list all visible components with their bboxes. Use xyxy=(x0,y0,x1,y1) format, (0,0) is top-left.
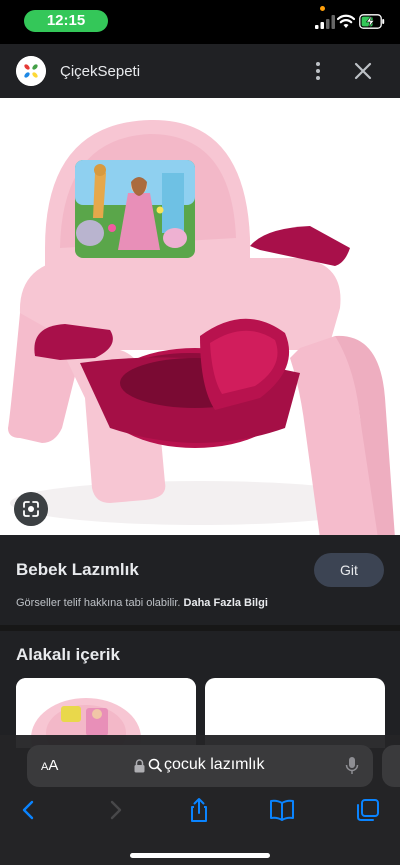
privacy-indicator-dot xyxy=(320,6,325,11)
lock-icon xyxy=(134,759,145,773)
section-divider xyxy=(0,625,400,631)
related-content-heading: Alakalı içerik xyxy=(16,645,120,664)
google-lens-icon[interactable] xyxy=(14,492,48,526)
home-indicator[interactable] xyxy=(130,853,270,858)
tabs-icon[interactable] xyxy=(355,797,381,823)
more-vert-icon[interactable] xyxy=(308,58,328,84)
copyright-text: Görseller telif hakkına tabi olabilir. xyxy=(16,597,181,609)
battery-charging-icon xyxy=(359,14,385,29)
next-tab-address-bar[interactable] xyxy=(382,745,400,787)
microphone-icon[interactable] xyxy=(345,756,359,776)
text-size-button[interactable]: AA xyxy=(41,757,58,774)
site-name[interactable]: ÇiçekSepeti xyxy=(60,63,140,80)
browser-toolbar: AA çocuk lazımlık xyxy=(0,735,400,865)
visit-button[interactable]: Git xyxy=(314,553,384,587)
copyright-notice: Görseller telif hakkına tabi olabilir. D… xyxy=(16,597,268,609)
back-icon[interactable] xyxy=(16,797,42,823)
potty-chair-illustration xyxy=(0,98,400,535)
search-query: çocuk lazımlık xyxy=(164,756,265,773)
status-bar: 12:15 xyxy=(0,0,400,44)
product-title: Bebek Lazımlık xyxy=(16,560,139,579)
status-time: 12:15 xyxy=(24,10,108,32)
forward-icon[interactable] xyxy=(102,797,128,823)
bookmarks-icon[interactable] xyxy=(269,797,295,823)
address-bar[interactable]: AA çocuk lazımlık xyxy=(27,745,373,787)
search-icon xyxy=(148,758,162,772)
share-icon[interactable] xyxy=(186,797,212,823)
signal-icon xyxy=(315,15,335,29)
site-header: ÇiçekSepeti xyxy=(0,44,400,98)
more-info-link[interactable]: Daha Fazla Bilgi xyxy=(184,597,268,609)
close-icon[interactable] xyxy=(350,58,376,84)
ciceksepeti-logo xyxy=(16,56,46,86)
product-image[interactable] xyxy=(0,98,400,535)
wifi-icon xyxy=(337,14,355,28)
